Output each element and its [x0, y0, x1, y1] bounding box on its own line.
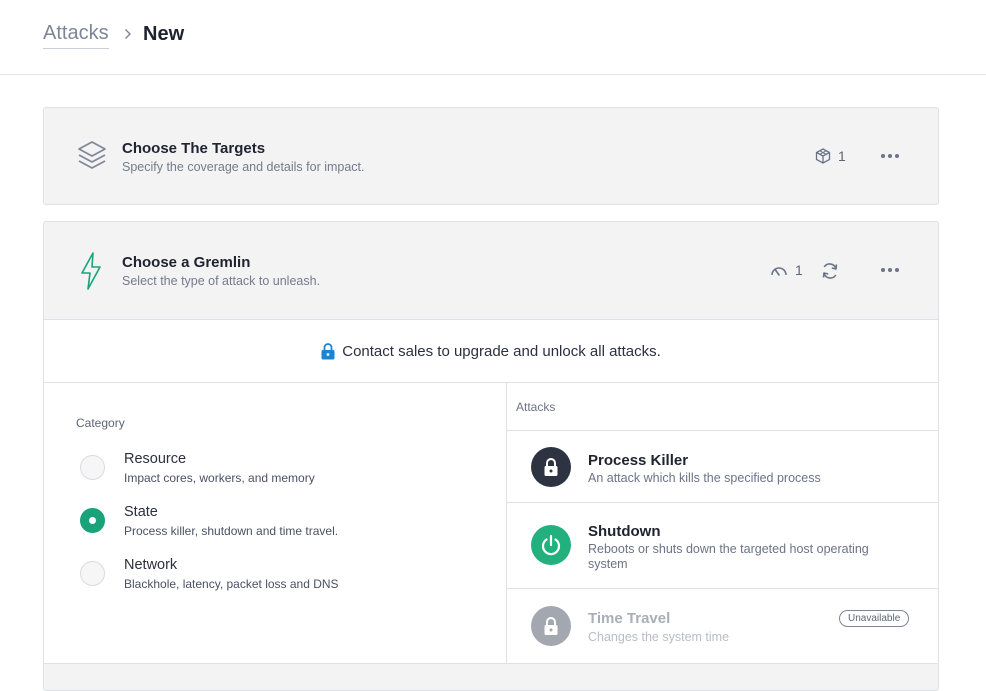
attack-title: Shutdown	[588, 523, 661, 540]
gremlin-count-value: 1	[795, 262, 803, 278]
radio-state[interactable]	[80, 508, 105, 533]
targets-more-menu-icon[interactable]	[881, 153, 901, 159]
breadcrumb-attacks-link[interactable]: Attacks	[43, 22, 109, 49]
attack-description: Reboots or shuts down the targeted host …	[588, 542, 869, 571]
category-panel: Category Resource Impact cores, workers,…	[44, 383, 507, 664]
choose-gremlin-card: Choose a Gremlin Select the type of atta…	[43, 221, 939, 691]
targets-count: 1	[815, 148, 846, 164]
attack-description: Changes the system time	[588, 630, 730, 644]
category-description: Process killer, shutdown and time travel…	[124, 524, 339, 538]
attack-shutdown[interactable]: Shutdown Reboots or shuts down the targe…	[507, 502, 938, 589]
power-icon	[531, 525, 571, 565]
cube-icon	[815, 148, 831, 164]
category-heading: Category	[76, 416, 125, 430]
category-option-resource[interactable]: Resource Impact cores, workers, and memo…	[80, 451, 480, 491]
page-title: New	[143, 23, 185, 45]
unavailable-badge: Unavailable	[839, 610, 910, 627]
choose-targets-card[interactable]: Choose The Targets Specify the coverage …	[43, 107, 939, 205]
padlock-icon	[321, 343, 335, 360]
radio-network[interactable]	[80, 561, 105, 586]
refresh-icon[interactable]	[820, 261, 840, 281]
category-option-network[interactable]: Network Blackhole, latency, packet loss …	[80, 557, 480, 597]
top-bar: Attacks New	[0, 0, 986, 75]
category-label: Network	[124, 557, 178, 573]
gremlin-more-menu-icon[interactable]	[881, 267, 901, 273]
targets-title: Choose The Targets	[122, 140, 266, 157]
attack-process-killer[interactable]: Process Killer An attack which kills the…	[507, 430, 938, 503]
chevron-right-icon	[125, 29, 131, 39]
upgrade-notice-text[interactable]: Contact sales to upgrade and unlock all …	[342, 343, 661, 360]
gremlin-title: Choose a Gremlin	[122, 254, 251, 271]
attack-title: Time Travel	[588, 610, 671, 627]
lock-icon	[531, 447, 571, 487]
upgrade-notice: Contact sales to upgrade and unlock all …	[44, 319, 938, 383]
gremlin-subtitle: Select the type of attack to unleash.	[122, 274, 321, 288]
category-option-state[interactable]: State Process killer, shutdown and time …	[80, 504, 480, 544]
lightning-bolt-icon	[81, 252, 101, 290]
radio-resource[interactable]	[80, 455, 105, 480]
layers-icon	[78, 141, 106, 169]
lock-icon	[531, 606, 571, 646]
category-description: Blackhole, latency, packet loss and DNS	[124, 577, 339, 591]
targets-subtitle: Specify the coverage and details for imp…	[122, 160, 365, 174]
attacks-heading: Attacks	[516, 400, 556, 414]
category-label: State	[124, 504, 158, 520]
attacks-panel: Attacks Process Killer An attack which k…	[507, 383, 938, 664]
attack-description: An attack which kills the specified proc…	[588, 471, 821, 485]
gauge-icon	[771, 267, 787, 276]
targets-count-value: 1	[838, 148, 846, 164]
gremlin-count: 1	[770, 262, 803, 278]
category-label: Resource	[124, 451, 187, 467]
attack-time-travel: Time Travel Changes the system time Unav…	[507, 588, 938, 668]
attack-title: Process Killer	[588, 452, 689, 469]
category-description: Impact cores, workers, and memory	[124, 471, 315, 485]
